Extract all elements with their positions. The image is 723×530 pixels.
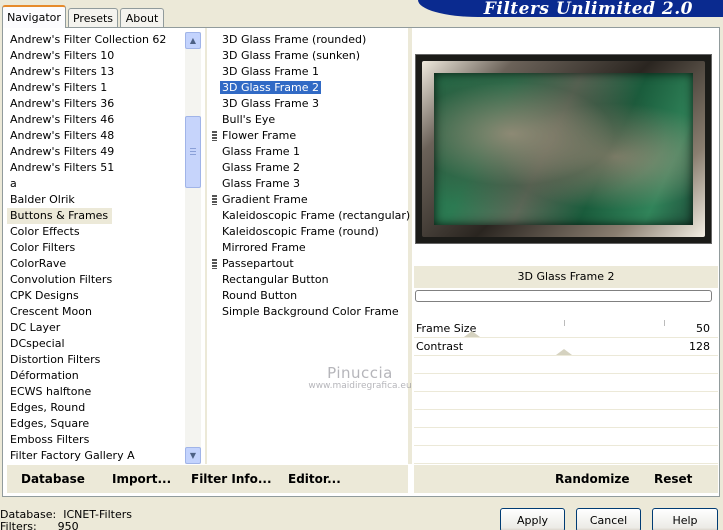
chevron-up-icon: ▲ — [189, 36, 197, 45]
list-item[interactable]: Glass Frame 3 — [210, 176, 408, 192]
list-item[interactable]: 3D Glass Frame 3 — [210, 96, 408, 112]
editor-button[interactable]: Editor... — [288, 472, 341, 486]
app-banner: Filters Unlimited 2.0 — [418, 0, 723, 19]
list-item[interactable]: ECWS halftone — [7, 384, 185, 400]
list-item[interactable]: Filter Factory Gallery A — [7, 448, 185, 464]
list-item[interactable]: Round Button — [210, 288, 408, 304]
list-item[interactable]: Passepartout — [210, 256, 408, 272]
list-item[interactable]: ColorRave — [7, 256, 185, 272]
list-item[interactable]: Balder Olrik — [7, 192, 185, 208]
scroll-down-button[interactable]: ▼ — [185, 447, 201, 464]
param-frame-size[interactable]: Frame Size 50 — [414, 320, 718, 338]
progress-bar — [415, 290, 712, 302]
param-contrast[interactable]: Contrast 128 — [414, 338, 718, 356]
apply-button[interactable]: Apply — [500, 508, 565, 530]
filter-info-button[interactable]: Filter Info... — [191, 472, 272, 486]
list-item[interactable]: Mirrored Frame — [210, 240, 408, 256]
list-item[interactable]: Gradient Frame — [210, 192, 408, 208]
tab-about[interactable]: About — [120, 8, 164, 27]
frame-size-slider[interactable] — [464, 331, 480, 337]
list-item[interactable]: Crescent Moon — [7, 304, 185, 320]
list-item[interactable]: Color Filters — [7, 240, 185, 256]
divider — [205, 28, 207, 464]
folder-marker-icon — [212, 131, 217, 141]
list-item[interactable]: Andrew's Filters 1 — [7, 80, 185, 96]
list-item[interactable]: a — [7, 176, 185, 192]
list-toolbar: Database Import... Filter Info... Editor… — [7, 465, 408, 493]
list-item[interactable]: Glass Frame 1 — [210, 144, 408, 160]
parameter-list: Frame Size 50 Contrast 128 — [414, 320, 718, 464]
cancel-button[interactable]: Cancel — [576, 508, 641, 530]
list-item[interactable]: 3D Glass Frame 1 — [210, 64, 408, 80]
scroll-thumb[interactable] — [185, 116, 201, 188]
list-item[interactable]: Andrew's Filters 46 — [7, 112, 185, 128]
list-item[interactable]: Distortion Filters — [7, 352, 185, 368]
help-button[interactable]: Help — [652, 508, 718, 530]
list-item[interactable]: Emboss Filters — [7, 432, 185, 448]
list-item[interactable]: Kaleidoscopic Frame (round) — [210, 224, 408, 240]
chevron-down-icon: ▼ — [189, 451, 197, 460]
list-item[interactable]: Convolution Filters — [7, 272, 185, 288]
list-item[interactable]: 3D Glass Frame (sunken) — [210, 48, 408, 64]
preview-image — [415, 54, 712, 244]
tab-presets[interactable]: Presets — [68, 8, 118, 27]
list-item[interactable]: Andrew's Filters 48 — [7, 128, 185, 144]
list-item[interactable]: Edges, Square — [7, 416, 185, 432]
list-item[interactable]: Flower Frame — [210, 128, 408, 144]
list-item[interactable]: DCspecial — [7, 336, 185, 352]
list-item[interactable]: Color Effects — [7, 224, 185, 240]
randomize-button[interactable]: Randomize — [555, 472, 629, 486]
reset-button[interactable]: Reset — [654, 472, 692, 486]
list-item[interactable]: Andrew's Filters 49 — [7, 144, 185, 160]
status-filters: Filters: 950 — [0, 520, 79, 530]
tab-navigator[interactable]: Navigator — [2, 5, 66, 28]
list-item[interactable]: 3D Glass Frame 2 — [210, 80, 408, 96]
filter-list[interactable]: 3D Glass Frame (rounded) 3D Glass Frame (… — [210, 32, 410, 332]
list-item[interactable]: Buttons & Frames — [7, 208, 113, 224]
watermark: Pinuccia www.maidiregrafica.eu — [308, 364, 412, 391]
list-item[interactable]: Andrew's Filters 10 — [7, 48, 185, 64]
import-button[interactable]: Import... — [112, 472, 171, 486]
list-item[interactable]: CPK Designs — [7, 288, 185, 304]
list-item[interactable]: Simple Background Color Frame — [210, 304, 408, 320]
preview-filter-name: 3D Glass Frame 2 — [414, 266, 718, 288]
param-toolbar: Randomize Reset — [414, 465, 718, 493]
category-scrollbar[interactable]: ▲ ▼ — [185, 32, 201, 464]
scroll-up-button[interactable]: ▲ — [185, 32, 201, 49]
list-item[interactable]: DC Layer — [7, 320, 185, 336]
category-list[interactable]: Andrew's Filter Collection 62 Andrew's Fi… — [7, 32, 185, 464]
divider — [408, 28, 412, 464]
list-item[interactable]: Glass Frame 2 — [210, 160, 408, 176]
list-item[interactable]: 3D Glass Frame (rounded) — [210, 32, 408, 48]
contrast-slider[interactable] — [556, 349, 572, 355]
list-item[interactable]: Andrew's Filter Collection 62 — [7, 32, 185, 48]
database-button[interactable]: Database — [21, 472, 85, 486]
list-item[interactable]: Kaleidoscopic Frame (rectangular) — [210, 208, 410, 224]
list-item[interactable]: Rectangular Button — [210, 272, 408, 288]
list-item[interactable]: Déformation — [7, 368, 185, 384]
list-item[interactable]: Andrew's Filters 13 — [7, 64, 185, 80]
list-item[interactable]: Andrew's Filters 36 — [7, 96, 185, 112]
folder-marker-icon — [212, 195, 217, 205]
list-item[interactable]: Edges, Round — [7, 400, 185, 416]
list-item[interactable]: Andrew's Filters 51 — [7, 160, 185, 176]
list-item[interactable]: Bull's Eye — [210, 112, 408, 128]
folder-marker-icon — [212, 259, 217, 269]
